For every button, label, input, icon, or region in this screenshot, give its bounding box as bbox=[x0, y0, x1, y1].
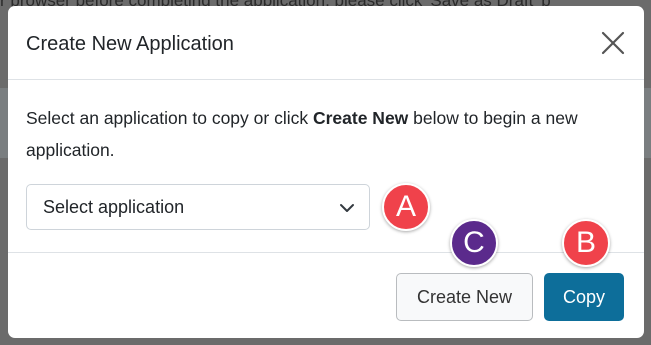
modal-title: Create New Application bbox=[26, 33, 234, 55]
application-select[interactable]: Select application bbox=[26, 184, 370, 230]
copy-button[interactable]: Copy bbox=[544, 273, 624, 321]
application-select-value: Select application bbox=[43, 197, 185, 217]
create-application-modal: Create New Application Select an applica… bbox=[8, 6, 644, 338]
chevron-down-icon bbox=[340, 204, 354, 212]
modal-footer: Create New Copy bbox=[8, 252, 644, 338]
modal-header: Create New Application bbox=[8, 6, 644, 80]
modal-body: Select an application to copy or click C… bbox=[26, 102, 626, 230]
close-button[interactable] bbox=[600, 30, 626, 56]
create-new-button[interactable]: Create New bbox=[396, 273, 533, 321]
marker-b: B bbox=[562, 219, 610, 267]
modal-instructions: Select an application to copy or click C… bbox=[26, 108, 578, 160]
marker-c: C bbox=[450, 219, 498, 267]
close-icon bbox=[601, 31, 625, 55]
create-new-emphasis: Create New bbox=[312, 108, 409, 128]
marker-a: A bbox=[382, 183, 430, 231]
